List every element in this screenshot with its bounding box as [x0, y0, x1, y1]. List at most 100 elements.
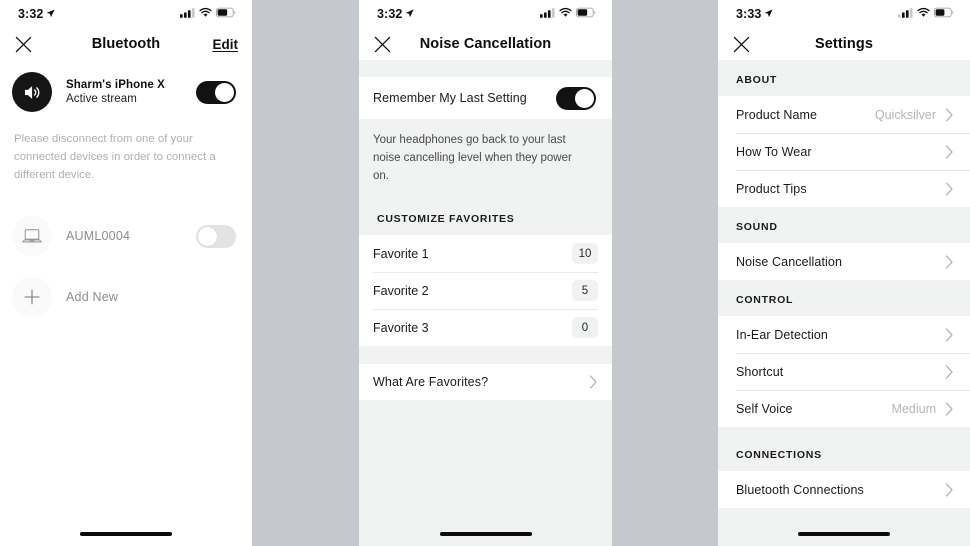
- settings-row-shortcut[interactable]: Shortcut: [718, 353, 970, 390]
- panel-noise-cancellation: 3:32 Noise Cancellation Remember My Last…: [359, 0, 612, 546]
- status-bar-bluetooth: 3:32: [0, 0, 252, 28]
- chevron-right-icon: [945, 327, 954, 342]
- chevron-right-icon: [945, 144, 954, 159]
- favorite-label: Favorite 1: [373, 246, 429, 261]
- battery-icon: [934, 5, 954, 23]
- other-device-name: AUML0004: [66, 229, 131, 243]
- panel-gap-1: [252, 0, 359, 546]
- nav-bar-settings: Settings: [718, 28, 970, 60]
- noise-description: Your headphones go back to your last noi…: [359, 119, 612, 199]
- status-bar-time: 3:33: [736, 7, 762, 21]
- speaker-icon: [12, 72, 52, 112]
- connected-device-name: Sharm's iPhone X: [66, 79, 165, 91]
- status-bar-time: 3:32: [18, 7, 44, 21]
- wifi-icon: [917, 5, 930, 23]
- connected-device-toggle[interactable]: [196, 80, 236, 104]
- panel-gap-2: [612, 0, 718, 546]
- settings-row-how-to-wear[interactable]: How To Wear: [718, 133, 970, 170]
- status-bar-icons: [898, 5, 954, 23]
- band-top: [359, 60, 612, 77]
- favorite-row[interactable]: Favorite 1 10: [359, 235, 612, 272]
- close-icon[interactable]: [369, 31, 395, 57]
- section-header-customize-favorites: CUSTOMIZE FAVORITES: [359, 199, 612, 235]
- nav-bar-bluetooth: Bluetooth Edit: [0, 28, 252, 60]
- add-new-label: Add New: [66, 290, 119, 304]
- row-label: Shortcut: [736, 364, 784, 379]
- favorite-label: Favorite 3: [373, 320, 429, 335]
- settings-row-noise-cancellation[interactable]: Noise Cancellation: [718, 243, 970, 280]
- battery-icon: [576, 5, 596, 23]
- section-header-sound: SOUND: [718, 207, 970, 243]
- row-label: Self Voice: [736, 401, 793, 416]
- remember-setting-toggle[interactable]: [556, 86, 596, 110]
- favorite-value[interactable]: 10: [572, 243, 598, 264]
- settings-row-in-ear-detection[interactable]: In-Ear Detection: [718, 316, 970, 353]
- close-icon[interactable]: [728, 31, 754, 57]
- bluetooth-helper-text: Please disconnect from one of your conne…: [14, 133, 216, 181]
- panel-bluetooth: 3:32 Bluetooth Edit Sharm's iPhone X Act…: [0, 0, 252, 546]
- settings-row-product-tips[interactable]: Product Tips: [718, 170, 970, 207]
- favorite-label: Favorite 2: [373, 283, 429, 298]
- wifi-icon: [199, 5, 212, 23]
- remember-setting-row[interactable]: Remember My Last Setting: [359, 77, 612, 119]
- favorite-value[interactable]: 5: [572, 280, 598, 301]
- status-bar-time-group: 3:32: [18, 7, 55, 21]
- status-bar-time-group: 3:33: [736, 7, 773, 21]
- favorite-value[interactable]: 0: [572, 317, 598, 338]
- connected-device-row[interactable]: Sharm's iPhone X Active stream: [0, 60, 252, 124]
- screenshot-stage: 3:32 Bluetooth Edit Sharm's iPhone X Act…: [0, 0, 970, 546]
- location-arrow-icon: [405, 7, 414, 21]
- home-bar: [80, 532, 172, 536]
- location-arrow-icon: [764, 7, 773, 21]
- chevron-right-icon: [945, 181, 954, 196]
- close-icon[interactable]: [10, 31, 36, 57]
- page-title: Noise Cancellation: [419, 36, 552, 52]
- settings-row-self-voice[interactable]: Self Voice Medium: [718, 390, 970, 427]
- cellular-bars-icon: [898, 5, 913, 23]
- home-indicator-settings: [718, 532, 970, 536]
- chevron-right-icon: [945, 401, 954, 416]
- chevron-right-icon: [945, 482, 954, 497]
- settings-row-bluetooth-connections[interactable]: Bluetooth Connections: [718, 471, 970, 508]
- other-device-toggle[interactable]: [196, 224, 236, 248]
- bluetooth-filler: [0, 321, 252, 546]
- home-indicator-noise: [359, 532, 612, 536]
- chevron-right-icon: [589, 375, 598, 389]
- home-bar: [439, 532, 532, 536]
- add-new-row[interactable]: Add New: [0, 273, 252, 321]
- favorite-row[interactable]: Favorite 2 5: [359, 272, 612, 309]
- noise-filler: [359, 400, 612, 546]
- section-header-about: ABOUT: [718, 60, 970, 96]
- band-mid: [359, 346, 612, 364]
- home-indicator-bluetooth: [0, 532, 252, 536]
- home-bar: [798, 532, 890, 536]
- status-bar-time-group: 3:32: [377, 7, 414, 21]
- plus-icon: [12, 277, 52, 317]
- chevron-right-icon: [945, 107, 954, 122]
- section-header-connections: CONNECTIONS: [718, 427, 970, 471]
- row-label: Product Tips: [736, 181, 807, 196]
- status-bar-noise: 3:32: [359, 0, 612, 28]
- laptop-icon: [12, 216, 52, 256]
- other-device-row[interactable]: AUML0004: [0, 212, 252, 260]
- row-label: In-Ear Detection: [736, 327, 828, 342]
- status-bar-settings: 3:33: [718, 0, 970, 28]
- what-are-favorites-label: What Are Favorites?: [373, 375, 489, 389]
- status-bar-icons: [540, 5, 596, 23]
- connected-device-text: Sharm's iPhone X Active stream: [66, 79, 165, 105]
- remember-setting-label: Remember My Last Setting: [373, 91, 527, 105]
- status-bar-icons: [180, 5, 236, 23]
- edit-button[interactable]: Edit: [213, 37, 239, 52]
- favorite-row[interactable]: Favorite 3 0: [359, 309, 612, 346]
- chevron-right-icon: [945, 364, 954, 379]
- what-are-favorites-row[interactable]: What Are Favorites?: [359, 364, 612, 400]
- battery-icon: [216, 5, 236, 23]
- cellular-bars-icon: [540, 5, 555, 23]
- nav-bar-noise: Noise Cancellation: [359, 28, 612, 60]
- section-header-control: CONTROL: [718, 280, 970, 316]
- row-label: Bluetooth Connections: [736, 482, 864, 497]
- row-value: Quicksilver: [874, 107, 936, 122]
- settings-row-product-name[interactable]: Product Name Quicksilver: [718, 96, 970, 133]
- cellular-bars-icon: [180, 5, 195, 23]
